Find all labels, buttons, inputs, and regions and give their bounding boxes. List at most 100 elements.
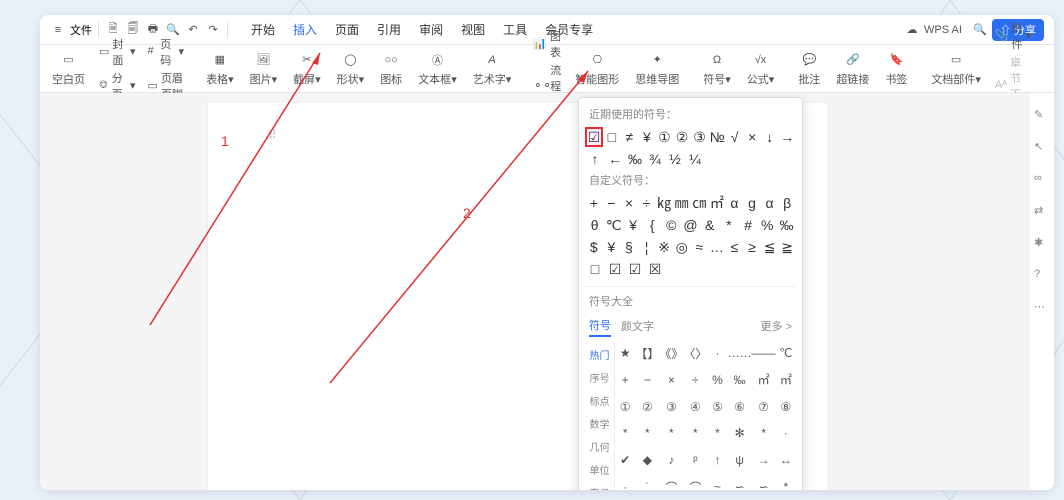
grid-symbol[interactable]: % bbox=[707, 370, 727, 390]
more-icon[interactable]: ⋯ bbox=[1034, 300, 1050, 316]
custom-symbol[interactable]: @ bbox=[681, 215, 700, 235]
recent-symbol[interactable]: ↓ bbox=[761, 127, 779, 147]
recent-symbol[interactable]: № bbox=[708, 127, 726, 147]
custom-symbol[interactable]: & bbox=[700, 215, 719, 235]
custom-symbol[interactable]: ¦ bbox=[638, 237, 656, 257]
grid-symbol[interactable]: ↑ bbox=[707, 450, 727, 470]
tab-insert[interactable]: 插入 bbox=[291, 17, 319, 42]
grid-symbol[interactable]: + bbox=[615, 370, 635, 390]
grid-symbol[interactable]: ★ bbox=[615, 343, 635, 363]
more-link[interactable]: 更多 > bbox=[761, 318, 792, 334]
recent-symbol[interactable]: ≠ bbox=[621, 127, 639, 147]
custom-symbol[interactable]: □ bbox=[585, 259, 605, 279]
symbol-category[interactable]: 标点 bbox=[585, 389, 614, 412]
grid-symbol[interactable]: · bbox=[707, 343, 727, 363]
recent-symbol[interactable]: ① bbox=[656, 127, 674, 147]
custom-symbol[interactable]: ≈ bbox=[690, 237, 708, 257]
grid-symbol[interactable]: · bbox=[615, 477, 635, 490]
custom-symbol[interactable]: § bbox=[620, 237, 638, 257]
grid-symbol[interactable]: ↔ bbox=[776, 450, 796, 470]
custom-symbol[interactable]: ㎜ bbox=[673, 193, 691, 213]
custom-symbol[interactable]: * bbox=[719, 215, 738, 235]
recent-symbol[interactable]: ↑ bbox=[585, 149, 605, 169]
bookmark-button[interactable]: 🔖书签 bbox=[881, 51, 911, 87]
grid-symbol[interactable]: ⑤ bbox=[707, 397, 727, 417]
grid-symbol[interactable]: ˙ bbox=[635, 477, 659, 490]
redo-icon[interactable]: ↷ bbox=[205, 22, 221, 38]
custom-symbol[interactable]: # bbox=[739, 215, 758, 235]
grid-symbol[interactable]: ㎡ bbox=[752, 370, 776, 390]
symbol-category[interactable]: 热门 bbox=[585, 343, 614, 366]
symbol-category[interactable]: 序号 bbox=[585, 366, 614, 389]
custom-symbol[interactable]: ≤ bbox=[726, 237, 744, 257]
grid-symbol[interactable]: ⌒ bbox=[659, 477, 683, 490]
grid-symbol[interactable]: ⑥ bbox=[728, 397, 752, 417]
symbol-category[interactable]: 数学 bbox=[585, 412, 614, 435]
cursor-icon[interactable]: ↖ bbox=[1034, 140, 1050, 156]
transfer-icon[interactable]: ⇄ bbox=[1034, 204, 1050, 220]
settings-icon[interactable]: ✱ bbox=[1034, 236, 1050, 252]
custom-symbol[interactable]: % bbox=[758, 215, 777, 235]
custom-symbol[interactable]: ‰ bbox=[777, 215, 796, 235]
help-icon[interactable]: ? bbox=[1034, 268, 1050, 284]
grid-symbol[interactable]: ψ bbox=[728, 450, 752, 470]
file-label[interactable]: 文件 bbox=[70, 22, 92, 38]
ai-label[interactable]: WPS AI bbox=[924, 24, 962, 36]
chart-button[interactable]: 📊图表 bbox=[533, 28, 561, 60]
undo-icon[interactable]: ↶ bbox=[185, 22, 201, 38]
tab-view[interactable]: 视图 bbox=[459, 17, 487, 42]
grid-symbol[interactable]: → bbox=[752, 450, 776, 470]
grid-symbol[interactable]: ② bbox=[635, 397, 659, 417]
recent-symbol[interactable]: ¼ bbox=[685, 149, 705, 169]
custom-symbol[interactable]: … bbox=[708, 237, 726, 257]
tab-page[interactable]: 页面 bbox=[333, 17, 361, 42]
pencil-icon[interactable]: ✎ bbox=[1034, 108, 1050, 124]
custom-symbol[interactable]: β bbox=[778, 193, 796, 213]
recent-symbol[interactable]: ☑ bbox=[585, 127, 603, 147]
recent-symbol[interactable]: ← bbox=[605, 149, 625, 169]
custom-symbol[interactable]: ¥ bbox=[623, 215, 642, 235]
grid-symbol[interactable]: ◆ bbox=[635, 450, 659, 470]
more-assets-button[interactable]: ⊞更多素材▾ bbox=[1049, 51, 1054, 87]
comment-button[interactable]: 💬批注 bbox=[794, 51, 824, 87]
custom-symbol[interactable]: ÷ bbox=[638, 193, 656, 213]
custom-symbol[interactable]: α bbox=[761, 193, 779, 213]
recent-symbol[interactable]: ② bbox=[673, 127, 691, 147]
grid-symbol[interactable]: · bbox=[776, 423, 796, 443]
grid-symbol[interactable]: * bbox=[635, 423, 659, 443]
tab-home[interactable]: 开始 bbox=[249, 17, 277, 42]
grid-symbol[interactable]: ⑧ bbox=[776, 397, 796, 417]
mindmap-button[interactable]: ✦思维导图 bbox=[631, 51, 683, 87]
subtab-kaomoji[interactable]: 颜文字 bbox=[621, 316, 654, 336]
grid-symbol[interactable]: 【】 bbox=[635, 343, 659, 363]
custom-symbol[interactable]: ≥ bbox=[743, 237, 761, 257]
hyperlink-button[interactable]: 🔗超链接 bbox=[832, 51, 873, 87]
grid-symbol[interactable]: ∽ bbox=[728, 477, 752, 490]
recent-symbol[interactable]: ¥ bbox=[638, 127, 656, 147]
recent-symbol[interactable]: ‰ bbox=[625, 149, 645, 169]
grid-symbol[interactable]: ∽ bbox=[752, 477, 776, 490]
grid-symbol[interactable]: * bbox=[615, 423, 635, 443]
recent-symbol[interactable]: ¾ bbox=[645, 149, 665, 169]
grid-symbol[interactable]: × bbox=[659, 370, 683, 390]
custom-symbol[interactable]: ≦ bbox=[761, 237, 779, 257]
custom-symbol[interactable]: α bbox=[726, 193, 744, 213]
custom-symbol[interactable]: + bbox=[585, 193, 603, 213]
custom-symbol[interactable]: ≧ bbox=[778, 237, 796, 257]
recent-symbol[interactable]: √ bbox=[726, 127, 744, 147]
custom-symbol[interactable]: g bbox=[743, 193, 761, 213]
recent-symbol[interactable]: → bbox=[779, 127, 797, 147]
grid-symbol[interactable]: ᵖ bbox=[683, 450, 707, 470]
link-tool-icon[interactable]: ∞ bbox=[1034, 172, 1050, 188]
custom-symbol[interactable]: × bbox=[620, 193, 638, 213]
custom-symbol[interactable]: θ bbox=[585, 215, 604, 235]
grid-symbol[interactable]: ④ bbox=[683, 397, 707, 417]
tab-reference[interactable]: 引用 bbox=[375, 17, 403, 42]
grid-symbol[interactable]: ♪ bbox=[659, 450, 683, 470]
equation-button[interactable]: √x公式▾ bbox=[743, 51, 779, 87]
grid-symbol[interactable]: ⑦ bbox=[752, 397, 776, 417]
symbol-category[interactable]: 单位 bbox=[585, 458, 614, 481]
cloud-icon[interactable]: ☁ bbox=[904, 22, 920, 38]
tab-tools[interactable]: 工具 bbox=[501, 17, 529, 42]
custom-symbol[interactable]: ◎ bbox=[673, 237, 691, 257]
